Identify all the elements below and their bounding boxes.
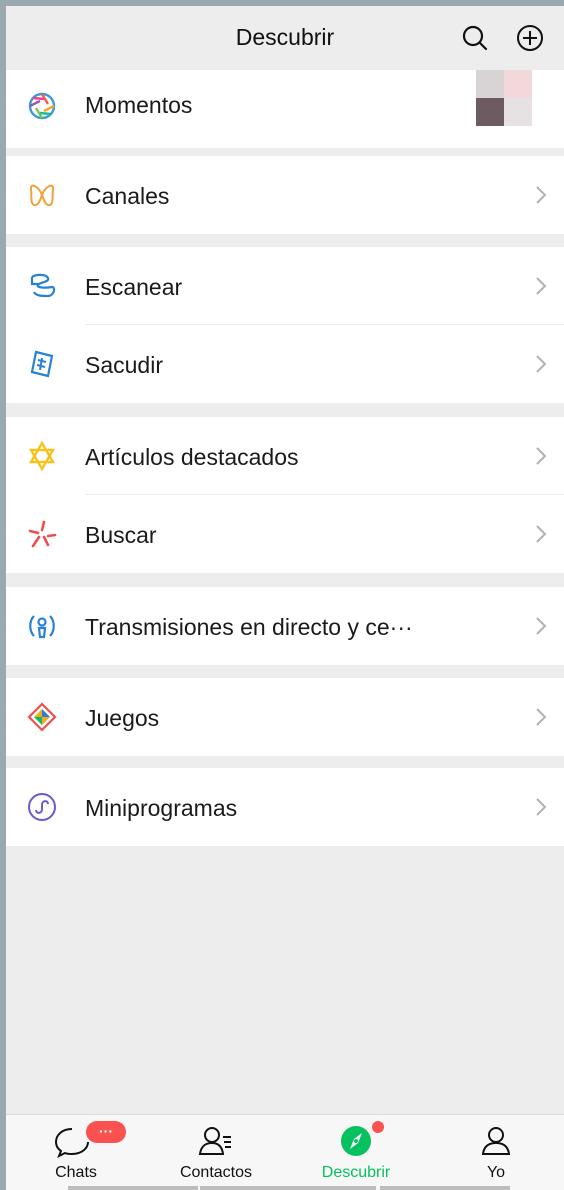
chevron-right-icon xyxy=(536,186,547,204)
menu-item-label: Sacudir xyxy=(85,352,163,378)
menu-item-top-stories[interactable]: Artículos destacados xyxy=(6,417,564,495)
menu-item-label: Escanear xyxy=(85,274,183,300)
menu-item-games[interactable]: Juegos xyxy=(6,678,564,756)
mini-program-icon xyxy=(26,791,58,823)
moments-group: Momentos xyxy=(6,70,564,148)
star-of-david-icon xyxy=(26,440,58,472)
tab-label: Descubrir xyxy=(321,1164,391,1181)
menu-item-label: Juegos xyxy=(85,705,160,731)
chevron-right-icon xyxy=(536,355,547,373)
header: Descubrir xyxy=(6,6,564,70)
mini-programs-group: Miniprogramas xyxy=(6,768,564,846)
shake-icon xyxy=(26,348,58,380)
menu-item-moments[interactable]: Momentos xyxy=(6,70,564,148)
tab-me[interactable]: Yo xyxy=(426,1115,564,1190)
menu-item-label: Transmisiones en directo y ce··· xyxy=(85,614,413,640)
scan-icon xyxy=(26,270,58,302)
chevron-right-icon xyxy=(536,798,547,816)
chevron-right-icon xyxy=(536,277,547,295)
games-group: Juegos xyxy=(6,678,564,756)
bottom-tab-bar: ··· Chats Contactos Descubrir Yo xyxy=(6,1114,564,1190)
search-icon[interactable] xyxy=(459,22,491,54)
chevron-right-icon xyxy=(536,708,547,726)
tab-label: Yo xyxy=(486,1164,506,1181)
aperture-icon xyxy=(26,90,58,122)
scan-shake-group: Escanear Sacudir xyxy=(6,247,564,403)
chevron-right-icon xyxy=(536,525,547,543)
compass-icon xyxy=(341,1126,371,1156)
new-dot xyxy=(372,1121,384,1133)
menu-item-label: Canales xyxy=(85,183,170,209)
butterfly-icon xyxy=(26,179,58,211)
top-stories-search-group: Artículos destacados Buscar xyxy=(6,417,564,573)
tab-contacts[interactable]: Contactos xyxy=(146,1115,286,1190)
menu-item-live[interactable]: Transmisiones en directo y ce··· xyxy=(6,587,564,665)
diamond-game-icon xyxy=(26,701,58,733)
menu-item-mini-programs[interactable]: Miniprogramas xyxy=(6,768,564,846)
home-indicator-segment xyxy=(68,1186,198,1190)
broadcast-icon xyxy=(26,610,58,642)
tab-discover[interactable]: Descubrir xyxy=(286,1115,426,1190)
moments-thumbnail xyxy=(474,70,534,126)
chevron-right-icon xyxy=(536,447,547,465)
live-group: Transmisiones en directo y ce··· xyxy=(6,587,564,665)
contacts-icon xyxy=(198,1127,231,1155)
unread-badge: ··· xyxy=(86,1121,126,1143)
menu-item-search[interactable]: Buscar xyxy=(6,495,564,573)
menu-item-label: Miniprogramas xyxy=(85,795,238,821)
discover-screen: Descubrir Momentos Canales Escanear Sacu… xyxy=(6,6,564,1190)
tab-label: Chats xyxy=(55,1164,97,1181)
tab-chats[interactable]: ··· Chats xyxy=(6,1115,146,1190)
menu-item-label: Buscar xyxy=(85,522,157,548)
menu-item-channels[interactable]: Canales xyxy=(6,156,564,234)
menu-item-scan[interactable]: Escanear xyxy=(6,247,564,325)
person-icon xyxy=(481,1127,511,1155)
channels-group: Canales xyxy=(6,156,564,234)
home-indicator-segment xyxy=(200,1186,376,1190)
home-indicator-segment xyxy=(380,1186,510,1190)
menu-item-label: Momentos xyxy=(85,92,193,118)
search-spark-icon xyxy=(26,518,58,550)
menu-item-shake[interactable]: Sacudir xyxy=(6,325,564,403)
tab-label: Contactos xyxy=(179,1164,253,1181)
menu-item-label: Artículos destacados xyxy=(85,444,299,470)
chevron-right-icon xyxy=(536,617,547,635)
add-circle-icon[interactable] xyxy=(514,22,546,54)
